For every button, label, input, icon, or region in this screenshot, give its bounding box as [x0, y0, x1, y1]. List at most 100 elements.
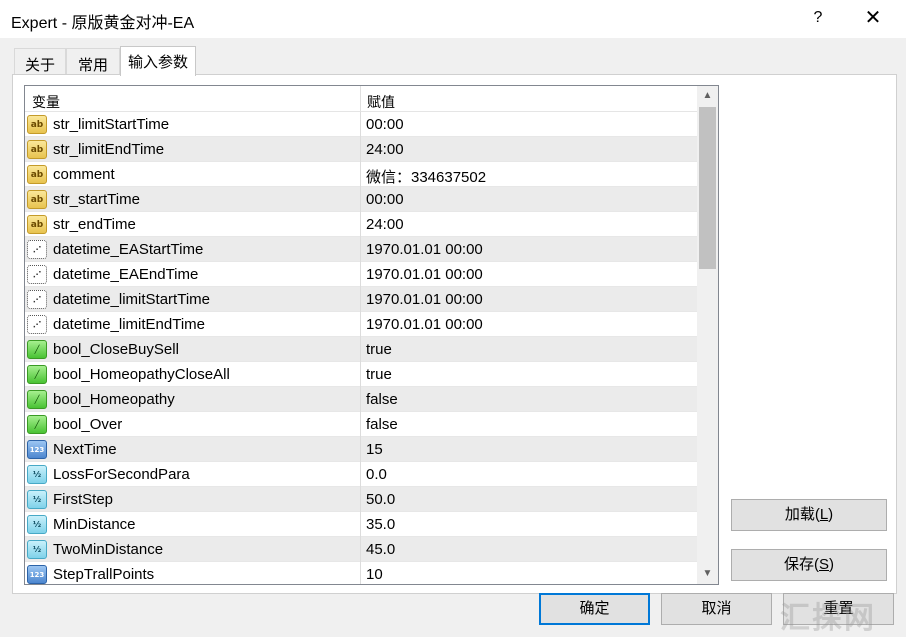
double-icon: ½: [27, 465, 47, 484]
save-button-label: 保存: [783, 556, 814, 573]
row-value-cell[interactable]: 1970.01.01 00:00: [366, 316, 483, 333]
watermark: 汇探网: [780, 601, 876, 636]
column-divider: [360, 537, 361, 562]
scroll-up-icon[interactable]: ▲: [697, 86, 718, 106]
row-variable-name: str_endTime: [53, 216, 136, 233]
row-value-cell[interactable]: 0.0: [366, 466, 387, 483]
row-value-cell[interactable]: 微信：334637502: [366, 166, 486, 187]
table-row[interactable]: ab str_startTime 00:00: [25, 187, 697, 212]
row-value-cell[interactable]: 1970.01.01 00:00: [366, 266, 483, 283]
cancel-button[interactable]: 取消: [661, 593, 772, 625]
column-divider: [360, 512, 361, 537]
column-divider: [360, 437, 361, 462]
row-value-cell[interactable]: 50.0: [366, 491, 395, 508]
row-value-cell[interactable]: true: [366, 366, 392, 383]
scroll-thumb[interactable]: [699, 107, 716, 269]
column-divider: [360, 337, 361, 362]
row-variable-name: datetime_limitEndTime: [53, 316, 205, 333]
column-divider: [360, 387, 361, 412]
table-row[interactable]: ⋰ datetime_limitEndTime 1970.01.01 00:00: [25, 312, 697, 337]
table-row[interactable]: ab str_limitStartTime 00:00: [25, 112, 697, 137]
column-divider: [360, 487, 361, 512]
row-value-cell[interactable]: 00:00: [366, 191, 404, 208]
tab-common[interactable]: 常用: [66, 48, 120, 75]
help-button[interactable]: ?: [806, 4, 830, 32]
load-button[interactable]: 加载(L): [731, 499, 887, 531]
ok-button[interactable]: 确定: [539, 593, 650, 625]
table-row[interactable]: ½ LossForSecondPara 0.0: [25, 462, 697, 487]
save-button-accel: S: [819, 556, 830, 573]
table-row[interactable]: ╱ bool_Homeopathy false: [25, 387, 697, 412]
scroll-down-icon[interactable]: ▼: [697, 564, 718, 584]
column-divider: [360, 137, 361, 162]
column-divider: [360, 162, 361, 187]
row-variable-name: bool_CloseBuySell: [53, 341, 179, 358]
table-row[interactable]: ╱ bool_Over false: [25, 412, 697, 437]
column-divider: [360, 462, 361, 487]
parameters-grid[interactable]: 变量 赋值 ab str_limitStartTime 00:00 ab str_lim…: [24, 85, 719, 585]
double-icon: ½: [27, 515, 47, 534]
tab-input-parameters[interactable]: 输入参数: [120, 46, 196, 76]
row-variable-name: str_startTime: [53, 191, 140, 208]
row-variable-name: TwoMinDistance: [53, 541, 164, 558]
bool-icon: ╱: [27, 340, 47, 359]
table-row[interactable]: ½ MinDistance 35.0: [25, 512, 697, 537]
row-variable-name: str_limitEndTime: [53, 141, 165, 158]
row-value-cell[interactable]: 1970.01.01 00:00: [366, 291, 483, 308]
header-value[interactable]: 赋值: [367, 92, 395, 112]
integer-icon: 123: [27, 440, 47, 459]
column-divider: [360, 212, 361, 237]
table-row[interactable]: ╱ bool_CloseBuySell true: [25, 337, 697, 362]
header-divider: [360, 86, 361, 112]
row-variable-name: bool_HomeopathyCloseAll: [53, 366, 230, 383]
row-variable-name: comment: [53, 166, 115, 183]
table-row[interactable]: ab comment 微信：334637502: [25, 162, 697, 187]
table-row[interactable]: ½ FirstStep 50.0: [25, 487, 697, 512]
string-icon: ab: [27, 165, 47, 184]
grid-header: 变量 赋值: [25, 86, 697, 112]
column-divider: [360, 237, 361, 262]
bool-icon: ╱: [27, 365, 47, 384]
integer-icon: 123: [27, 565, 47, 584]
datetime-icon: ⋰: [27, 240, 47, 259]
column-divider: [360, 362, 361, 387]
row-value-cell[interactable]: 35.0: [366, 516, 395, 533]
table-row[interactable]: ⋰ datetime_EAEndTime 1970.01.01 00:00: [25, 262, 697, 287]
table-row[interactable]: ╱ bool_HomeopathyCloseAll true: [25, 362, 697, 387]
row-value-cell[interactable]: 15: [366, 441, 383, 458]
row-value-cell[interactable]: 10: [366, 566, 383, 583]
row-variable-name: NextTime: [53, 441, 117, 458]
row-value-cell[interactable]: 24:00: [366, 141, 404, 158]
table-row[interactable]: ab str_limitEndTime 24:00: [25, 137, 697, 162]
close-button[interactable]: ✕: [861, 4, 885, 32]
row-value-cell[interactable]: 00:00: [366, 116, 404, 133]
row-value-cell[interactable]: 24:00: [366, 216, 404, 233]
header-variable[interactable]: 变量: [32, 92, 60, 112]
row-value-cell[interactable]: false: [366, 391, 398, 408]
row-value-cell[interactable]: false: [366, 416, 398, 433]
load-button-accel: L: [819, 506, 829, 523]
string-icon: ab: [27, 115, 47, 134]
bool-icon: ╱: [27, 390, 47, 409]
title-bar: Expert - 原版黄金对冲-EA ? ✕: [0, 0, 906, 38]
row-variable-name: StepTrallPoints: [53, 566, 155, 583]
bool-icon: ╱: [27, 415, 47, 434]
row-value-cell[interactable]: 45.0: [366, 541, 395, 558]
datetime-icon: ⋰: [27, 265, 47, 284]
row-value-cell[interactable]: 1970.01.01 00:00: [366, 241, 483, 258]
column-divider: [360, 562, 361, 584]
vertical-scrollbar[interactable]: ▲ ▼: [697, 86, 718, 584]
table-row[interactable]: ab str_endTime 24:00: [25, 212, 697, 237]
row-variable-name: bool_Homeopathy: [53, 391, 175, 408]
row-value-cell[interactable]: true: [366, 341, 392, 358]
table-row[interactable]: ½ TwoMinDistance 45.0: [25, 537, 697, 562]
save-button[interactable]: 保存(S): [731, 549, 887, 581]
table-row[interactable]: 123 NextTime 15: [25, 437, 697, 462]
string-icon: ab: [27, 215, 47, 234]
row-variable-name: str_limitStartTime: [53, 116, 170, 133]
tab-about[interactable]: 关于: [14, 48, 66, 75]
table-row[interactable]: ⋰ datetime_EAStartTime 1970.01.01 00:00: [25, 237, 697, 262]
table-row[interactable]: ⋰ datetime_limitStartTime 1970.01.01 00:00: [25, 287, 697, 312]
column-divider: [360, 312, 361, 337]
table-row[interactable]: 123 StepTrallPoints 10: [25, 562, 697, 584]
